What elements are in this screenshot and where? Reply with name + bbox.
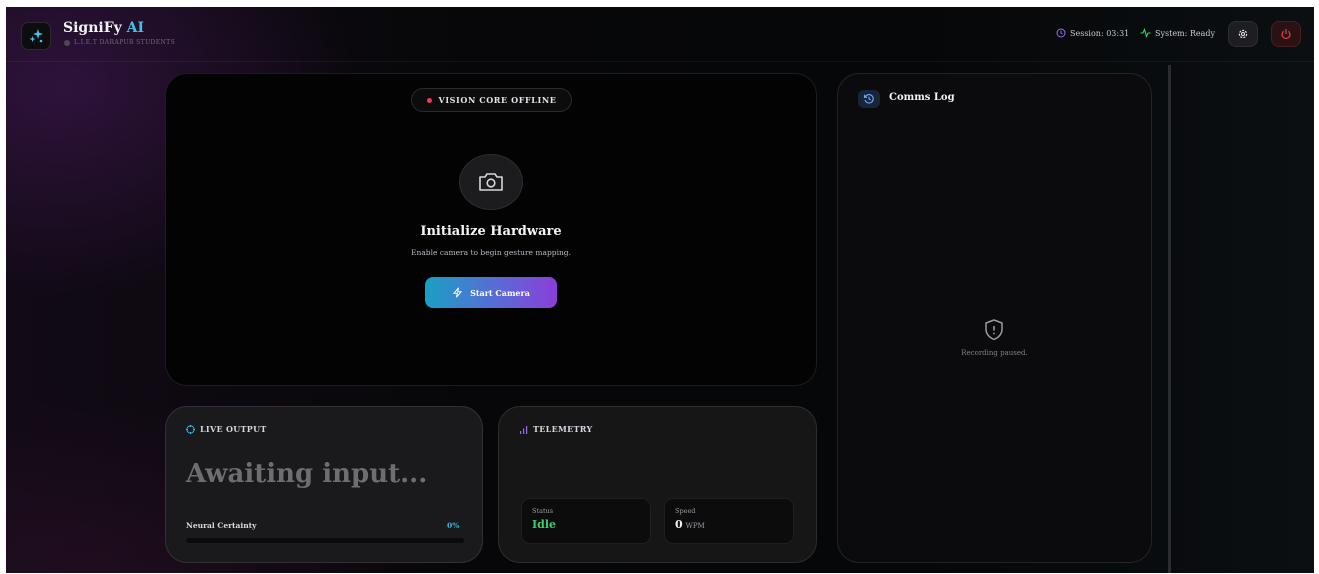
system-status: System: Ready — [1140, 28, 1215, 38]
vision-status-text: VISION CORE OFFLINE — [438, 95, 557, 105]
start-camera-label: Start Camera — [470, 287, 530, 298]
status-label: Status — [532, 507, 554, 515]
brand-subtitle-text: L.I.E.T DARAPUR STUDENTS — [74, 39, 176, 46]
history-icon — [858, 90, 880, 108]
brand-name: SigniFy — [63, 20, 122, 36]
status-dot-icon — [426, 97, 432, 103]
signal-bars-icon — [520, 425, 528, 434]
speed-label: Speed — [675, 507, 696, 515]
session-timer: Session: 03:31 — [1056, 28, 1129, 38]
speed-value: 0 — [675, 518, 683, 531]
live-output-panel: LIVE OUTPUT Awaiting input... Neural Cer… — [165, 406, 483, 563]
status-value: Idle — [532, 518, 557, 531]
vision-panel: VISION CORE OFFLINE Initialize Hardware … — [165, 73, 817, 386]
power-button[interactable] — [1271, 21, 1301, 47]
live-output-label: LIVE OUTPUT — [186, 424, 267, 434]
camera-icon — [479, 173, 503, 191]
speed-value-group: 0 WPM — [675, 518, 705, 531]
neural-certainty-value: 0% — [447, 521, 460, 530]
brand-accent: AI — [126, 20, 145, 36]
telemetry-label: TELEMETRY — [519, 424, 593, 434]
brand-title: SigniFy AI — [63, 20, 144, 36]
globe-icon — [64, 39, 70, 46]
gear-icon — [1238, 29, 1248, 39]
telemetry-label-text: TELEMETRY — [533, 424, 593, 434]
status-tile: Status Idle — [521, 498, 651, 544]
logo — [21, 22, 51, 50]
live-output-label-text: LIVE OUTPUT — [200, 424, 267, 434]
activity-icon — [1140, 28, 1151, 38]
camera-placeholder — [459, 154, 523, 210]
comms-log-panel: Comms Log Recording paused. — [837, 73, 1152, 563]
session-text: Session: 03:31 — [1070, 28, 1130, 38]
target-icon — [186, 424, 195, 434]
vision-status-pill: VISION CORE OFFLINE — [411, 88, 572, 112]
speed-tile: Speed 0 WPM — [664, 498, 794, 544]
start-camera-button[interactable]: Start Camera — [425, 277, 557, 308]
system-status-text: System: Ready — [1155, 28, 1216, 38]
clock-icon — [1056, 28, 1066, 38]
brand-subtitle: L.I.E.T DARAPUR STUDENTS — [64, 39, 175, 46]
panel-scrollbar[interactable] — [1168, 65, 1171, 573]
init-title: Initialize Hardware — [420, 224, 562, 239]
comms-log-title: Comms Log — [889, 92, 955, 103]
output-text: Awaiting input... — [186, 459, 428, 489]
neural-certainty-label: Neural Certainty — [186, 521, 257, 530]
certainty-progress-bar — [186, 538, 464, 543]
speed-unit: WPM — [685, 522, 705, 530]
top-header: SigniFy AI L.I.E.T DARAPUR STUDENTS Sess… — [6, 7, 1314, 62]
shield-alert-icon — [985, 319, 1003, 341]
app-frame: SigniFy AI L.I.E.T DARAPUR STUDENTS Sess… — [6, 7, 1314, 573]
bolt-icon — [452, 287, 463, 298]
recording-paused-text: Recording paused. — [961, 349, 1028, 357]
power-icon — [1281, 29, 1291, 39]
settings-button[interactable] — [1228, 21, 1258, 47]
init-subtitle: Enable camera to begin gesture mapping. — [411, 248, 571, 257]
sparkles-icon — [29, 29, 43, 43]
telemetry-panel: TELEMETRY Status Idle Speed 0 WPM — [498, 406, 817, 563]
